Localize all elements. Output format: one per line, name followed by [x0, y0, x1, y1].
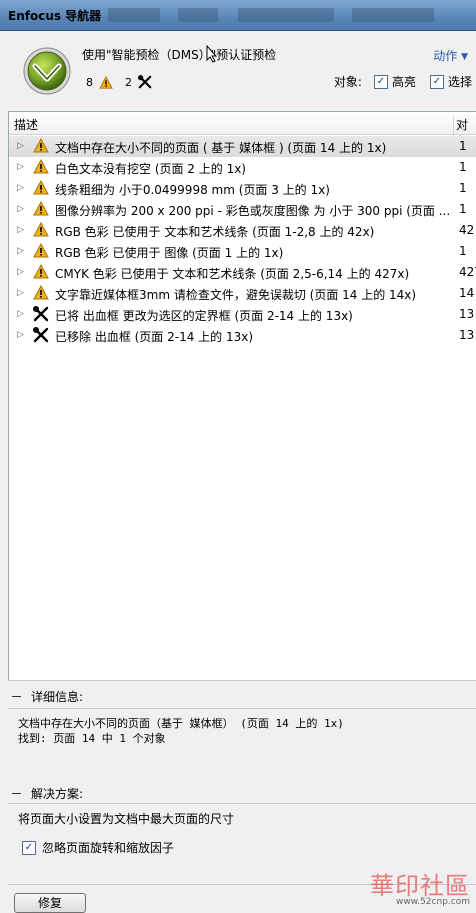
result-row[interactable]: ▷ 文字靠近媒体框3mm 请检查文件，避免误裁切 (页面 14 上的 14x) …	[9, 283, 476, 304]
expand-arrow-icon[interactable]: ▷	[17, 162, 27, 172]
mouse-cursor-icon	[206, 45, 218, 63]
result-description: 已移除 出血框 (页面 2-14 上的 13x)	[55, 330, 254, 344]
result-count: 1	[459, 202, 467, 216]
preflight-ok-icon	[23, 47, 71, 95]
highlight-label: 高亮	[391, 75, 416, 89]
section-divider	[8, 803, 476, 804]
ignore-rotation-label: 忽略页面旋转和缩放因子	[42, 841, 175, 855]
fix-icon	[138, 75, 152, 89]
column-description-header[interactable]: 描述	[14, 116, 38, 133]
warning-icon	[99, 75, 113, 89]
target-options: 对象: ✓ 高亮 ✓ 选择	[334, 73, 472, 90]
result-row[interactable]: ▷ 线条粗细为 小于0.0499998 mm (页面 3 上的 1x) 1	[9, 178, 476, 199]
ignore-rotation-option[interactable]: ✓ 忽略页面旋转和缩放因子	[22, 839, 174, 856]
result-row[interactable]: ▷ CMYK 色彩 已使用于 文本和艺术线条 (页面 2,5-6,14 上的 4…	[9, 262, 476, 283]
expand-arrow-icon[interactable]: ▷	[17, 246, 27, 256]
fix-icon	[33, 327, 49, 343]
fix-icon	[33, 306, 49, 322]
result-description: RGB 色彩 已使用于 图像 (页面 1 上的 1x)	[55, 246, 284, 260]
result-row[interactable]: ▷ RGB 色彩 已使用于 图像 (页面 1 上的 1x) 1	[9, 241, 476, 262]
background-window-tab	[178, 8, 218, 22]
collapse-icon	[12, 696, 21, 697]
result-row[interactable]: ▷ 图像分辨率为 200 x 200 ppi - 彩色或灰度图像 为 小于 30…	[9, 199, 476, 220]
result-summary: 8 2	[86, 75, 152, 89]
result-row[interactable]: ▷ RGB 色彩 已使用于 文本和艺术线条 (页面 1-2,8 上的 42x) …	[9, 220, 476, 241]
result-count: 13	[459, 307, 475, 321]
select-label: 选择	[447, 75, 472, 89]
title-bar[interactable]: Enfocus 导航器	[0, 0, 476, 31]
solution-text: 将页面大小设置为文档中最大页面的尺寸	[18, 812, 235, 826]
expand-arrow-icon[interactable]: ▷	[17, 288, 27, 298]
details-title: 详细信息:	[31, 690, 84, 704]
background-window-tab	[238, 8, 334, 22]
result-count: 42	[459, 223, 475, 237]
result-count: 14	[459, 286, 475, 300]
result-description: 图像分辨率为 200 x 200 ppi - 彩色或灰度图像 为 小于 300 …	[55, 204, 451, 218]
preflight-header: 使用"智能预检（DMS）"预认证预检 8 2 动作 ▼ 对象: ✓ 高亮 ✓ 选…	[8, 31, 476, 109]
warning-icon	[33, 201, 49, 216]
section-divider	[8, 708, 476, 709]
result-count: 427	[459, 265, 476, 279]
expand-arrow-icon[interactable]: ▷	[17, 183, 27, 193]
site-watermark: 華印社區 www.52cnp.com	[370, 866, 470, 907]
expand-arrow-icon[interactable]: ▷	[17, 225, 27, 235]
results-list[interactable]: 描述 对象 ▷ 文档中存在大小不同的页面 ( 基于 媒体框 ) (页面 14 上…	[8, 111, 476, 680]
expand-arrow-icon[interactable]: ▷	[17, 309, 27, 319]
fix-count: 2	[125, 75, 132, 89]
expand-arrow-icon[interactable]: ▷	[17, 330, 27, 340]
warning-icon	[33, 285, 49, 300]
select-checkbox[interactable]: ✓	[429, 74, 444, 89]
result-row[interactable]: ▷ 已将 出血框 更改为选区的定界框 (页面 2-14 上的 13x) 13	[9, 304, 476, 325]
watermark-logo-text: 華印社區	[370, 872, 470, 900]
ignore-rotation-checkbox[interactable]: ✓	[22, 840, 36, 855]
result-count: 13	[459, 328, 475, 342]
result-description: RGB 色彩 已使用于 文本和艺术线条 (页面 1-2,8 上的 42x)	[55, 225, 375, 239]
actions-label: 动作	[433, 49, 458, 63]
result-description: 白色文本没有挖空 (页面 2 上的 1x)	[55, 162, 246, 176]
section-divider	[8, 680, 476, 681]
window-title: Enfocus 导航器	[8, 9, 102, 23]
details-section-toggle[interactable]: 详细信息:	[12, 688, 83, 705]
background-window-tab	[352, 8, 434, 22]
result-count: 1	[459, 139, 467, 153]
result-row[interactable]: ▷ 白色文本没有挖空 (页面 2 上的 1x) 1	[9, 157, 476, 178]
result-description: 文档中存在大小不同的页面 ( 基于 媒体框 ) (页面 14 上的 1x)	[55, 141, 387, 155]
collapse-icon	[12, 793, 21, 794]
warning-icon	[33, 138, 49, 153]
solution-title: 解决方案:	[31, 787, 84, 801]
warning-icon	[33, 180, 49, 195]
warning-count: 8	[86, 75, 93, 89]
highlight-checkbox[interactable]: ✓	[373, 74, 388, 89]
list-header: 描述 对象	[9, 112, 476, 150]
targets-label: 对象:	[333, 75, 362, 89]
fix-button[interactable]: 修复	[14, 893, 86, 913]
details-text: 文档中存在大小不同的页面（基于 媒体框） (页面 14 上的 1x) 找到: 页…	[18, 717, 344, 745]
expand-arrow-icon[interactable]: ▷	[17, 141, 27, 151]
preflight-profile-heading: 使用"智能预检（DMS）"预认证预检	[82, 48, 277, 62]
actions-menu[interactable]: 动作 ▼	[433, 47, 468, 64]
warning-icon	[33, 243, 49, 258]
background-window-tab	[108, 8, 160, 22]
result-description: 文字靠近媒体框3mm 请检查文件，避免误裁切 (页面 14 上的 14x)	[55, 288, 417, 302]
result-count: 1	[459, 244, 467, 258]
expand-arrow-icon[interactable]: ▷	[17, 267, 27, 277]
result-description: 已将 出血框 更改为选区的定界框 (页面 2-14 上的 13x)	[55, 309, 353, 323]
solution-section-toggle[interactable]: 解决方案:	[12, 785, 83, 802]
result-count: 1	[459, 160, 467, 174]
result-rows: ▷ 文档中存在大小不同的页面 ( 基于 媒体框 ) (页面 14 上的 1x) …	[9, 136, 476, 346]
result-description: 线条粗细为 小于0.0499998 mm (页面 3 上的 1x)	[55, 183, 330, 197]
warning-icon	[33, 159, 49, 174]
warning-icon	[33, 222, 49, 237]
result-row[interactable]: ▷ 已移除 出血框 (页面 2-14 上的 13x) 13	[9, 325, 476, 346]
result-row[interactable]: ▷ 文档中存在大小不同的页面 ( 基于 媒体框 ) (页面 14 上的 1x) …	[9, 136, 476, 157]
result-count: 1	[459, 181, 467, 195]
result-description: CMYK 色彩 已使用于 文本和艺术线条 (页面 2,5-6,14 上的 427…	[55, 267, 410, 281]
chevron-down-icon: ▼	[461, 52, 468, 62]
warning-icon	[33, 264, 49, 279]
expand-arrow-icon[interactable]: ▷	[17, 204, 27, 214]
